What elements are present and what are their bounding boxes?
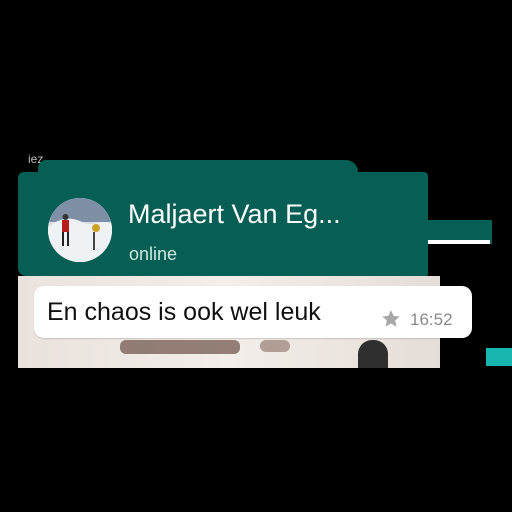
background-photo-detail [120,340,240,354]
contact-avatar[interactable] [48,198,112,262]
background-photo-detail [358,340,388,368]
header-divider-line [428,240,490,244]
avatar-photo [48,198,112,262]
message-time: 16:52 [410,310,453,329]
star-icon [382,310,400,327]
background-color-chip [486,348,512,366]
background-photo-detail [260,340,290,352]
contact-name[interactable]: Maljaert Van Eg... [128,198,388,230]
contact-status: online [129,244,178,264]
message-text: En chaos is ook wel leuk [47,298,321,326]
